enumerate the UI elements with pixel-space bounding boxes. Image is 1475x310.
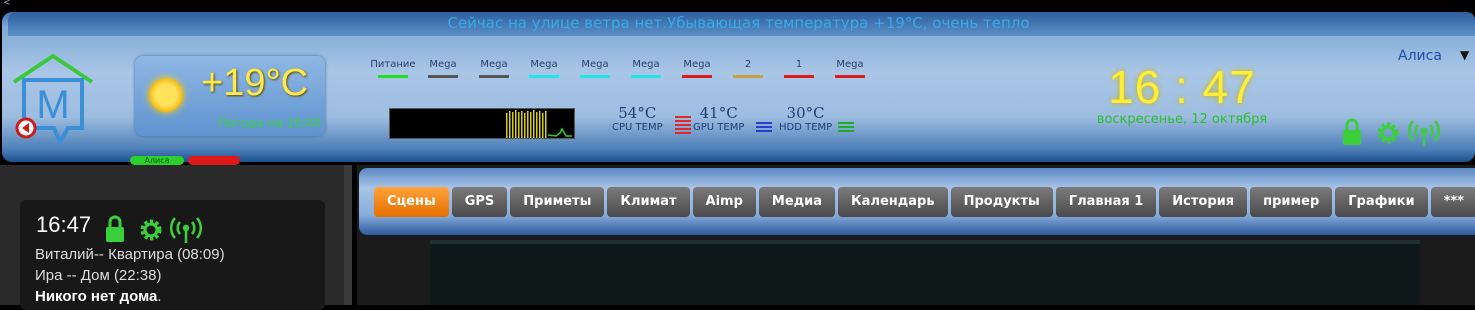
corner-caret-icon[interactable]: < bbox=[3, 0, 11, 8]
gpu-temp-value: 41°C bbox=[699, 104, 738, 122]
svg-text:M: M bbox=[36, 83, 69, 127]
gpu-temp: 41°C GPU TEMP bbox=[693, 104, 772, 133]
hdd-temp-label: HDD TEMP bbox=[779, 122, 833, 133]
tab-calendar[interactable]: Календарь bbox=[838, 187, 948, 217]
tab-content-area bbox=[430, 240, 1420, 305]
sensor-label: Питание bbox=[370, 59, 416, 70]
tab-media[interactable]: Медиа bbox=[758, 187, 836, 217]
tab-bar: Сцены GPS Приметы Климат Aimp Медиа Кале… bbox=[359, 168, 1475, 235]
gpu-temp-label: GPU TEMP bbox=[693, 122, 745, 133]
content-top-strip bbox=[430, 240, 1420, 244]
tab-omens[interactable]: Приметы bbox=[510, 187, 605, 217]
sensor-item[interactable]: Питание bbox=[368, 59, 418, 78]
clock-date: воскресенье, 12 октября bbox=[1096, 112, 1268, 127]
hdd-temp-bars-icon bbox=[838, 122, 854, 134]
clock-widget: 16 : 47 воскресенье, 12 октября bbox=[1092, 60, 1272, 127]
tab-main-1[interactable]: Главная 1 bbox=[1055, 187, 1157, 217]
sensor-label: Mega bbox=[530, 59, 558, 70]
main-panel: Сцены GPS Приметы Климат Aimp Медиа Кале… bbox=[357, 165, 1475, 305]
gear-icon bbox=[1377, 122, 1399, 144]
gear-icon bbox=[140, 219, 162, 241]
presence-summary-suffix: . bbox=[157, 288, 162, 305]
chevron-down-icon[interactable]: ▼ bbox=[1460, 48, 1469, 62]
status-pill-red[interactable] bbox=[188, 156, 240, 165]
sensor-item[interactable]: 2 bbox=[723, 59, 773, 78]
sensor-bar bbox=[529, 75, 559, 78]
sensor-label: Mega bbox=[581, 59, 609, 70]
sensor-label: Mega bbox=[683, 59, 711, 70]
sensor-bar bbox=[580, 75, 610, 78]
sensor-item[interactable]: Mega bbox=[825, 59, 875, 78]
tab-products[interactable]: Продукты bbox=[950, 187, 1053, 217]
hdd-temp: 30°C HDD TEMP bbox=[779, 104, 854, 133]
cpu-temp-value: 54°C bbox=[618, 104, 657, 122]
presence-panel: 16:47 Виталий-- Квартира (08:09) Ира -- … bbox=[0, 165, 352, 310]
tab-aimp[interactable]: Aimp bbox=[692, 187, 756, 217]
tab-list: Сцены GPS Приметы Климат Aimp Медиа Кале… bbox=[374, 187, 1475, 217]
home-logo-icon[interactable]: M bbox=[10, 52, 96, 147]
sensor-item[interactable]: Mega bbox=[469, 59, 519, 78]
sensor-item[interactable]: Mega bbox=[672, 59, 722, 78]
cpu-temp-label: CPU TEMP bbox=[612, 122, 663, 133]
sensor-bar bbox=[682, 75, 712, 78]
sensor-bar bbox=[479, 75, 509, 78]
gpu-temp-bars-icon bbox=[756, 122, 772, 134]
sensor-label: Mega bbox=[836, 59, 864, 70]
sensor-item[interactable]: Mega bbox=[418, 59, 468, 78]
header-status-icons bbox=[1340, 118, 1440, 152]
outdoor-temperature: +19°C bbox=[201, 62, 309, 104]
presence-summary-text: Никого нет дома bbox=[35, 288, 158, 305]
sensor-label: Mega bbox=[429, 59, 457, 70]
presence-time: 16:47 bbox=[36, 212, 92, 237]
lock-icon bbox=[106, 215, 124, 242]
top-strip: < bbox=[0, 0, 1475, 12]
tab-gps[interactable]: GPS bbox=[451, 187, 508, 217]
status-pill-alisa[interactable]: Алиса bbox=[130, 156, 184, 165]
sensor-label: Mega bbox=[632, 59, 660, 70]
sensor-item[interactable]: Mega bbox=[621, 59, 671, 78]
sensor-label: 1 bbox=[795, 59, 803, 70]
weather-widget[interactable]: +19°C Погода на 16:00 bbox=[135, 56, 325, 136]
lock-icon bbox=[1343, 118, 1361, 145]
user-menu[interactable]: Алиса bbox=[1398, 48, 1442, 64]
tab-more[interactable]: *** bbox=[1430, 187, 1475, 217]
tab-history[interactable]: История bbox=[1159, 187, 1248, 217]
cpu-temp: 54°C CPU TEMP bbox=[612, 104, 691, 134]
sensor-label: 2 bbox=[744, 59, 752, 70]
sensor-bar bbox=[428, 75, 458, 78]
sensor-item[interactable]: Mega bbox=[570, 59, 620, 78]
sensor-label: Mega bbox=[480, 59, 508, 70]
cpu-temp-bars-icon bbox=[675, 116, 691, 136]
sun-icon bbox=[149, 78, 183, 112]
presence-line-vitaliy: Виталий-- Квартира (08:09) bbox=[35, 246, 225, 263]
tab-example[interactable]: пример bbox=[1250, 187, 1333, 217]
cpu-load-graph bbox=[389, 108, 575, 139]
antenna-icon bbox=[1408, 120, 1440, 146]
sensor-bar bbox=[733, 75, 763, 78]
presence-card: 16:47 Виталий-- Квартира (08:09) Ира -- … bbox=[20, 200, 325, 310]
presence-status-icons bbox=[104, 215, 204, 249]
tab-climate[interactable]: Климат bbox=[607, 187, 690, 217]
clock-time: 16 : 47 bbox=[1108, 61, 1256, 113]
hdd-temp-value: 30°C bbox=[786, 104, 825, 122]
presence-summary: Никого нет дома. bbox=[35, 288, 162, 305]
sensor-bar bbox=[835, 75, 865, 78]
sensor-bar bbox=[631, 75, 661, 78]
antenna-icon bbox=[170, 217, 202, 243]
panel-divider bbox=[344, 165, 352, 305]
sensor-item[interactable]: Mega bbox=[519, 59, 569, 78]
sensor-bar bbox=[784, 75, 814, 78]
tab-scenes[interactable]: Сцены bbox=[374, 187, 449, 217]
sensor-bar bbox=[378, 75, 408, 78]
sensor-item[interactable]: 1 bbox=[774, 59, 824, 78]
header-panel: Сейчас на улице ветра нет.Убывающая темп… bbox=[2, 12, 1475, 165]
tab-graphs[interactable]: Графики bbox=[1335, 187, 1428, 217]
weather-ticker: Сейчас на улице ветра нет.Убывающая темп… bbox=[447, 14, 1030, 32]
weather-time-label: Погода на 16:00 bbox=[218, 116, 322, 130]
presence-line-ira: Ира -- Дом (22:38) bbox=[35, 267, 162, 284]
